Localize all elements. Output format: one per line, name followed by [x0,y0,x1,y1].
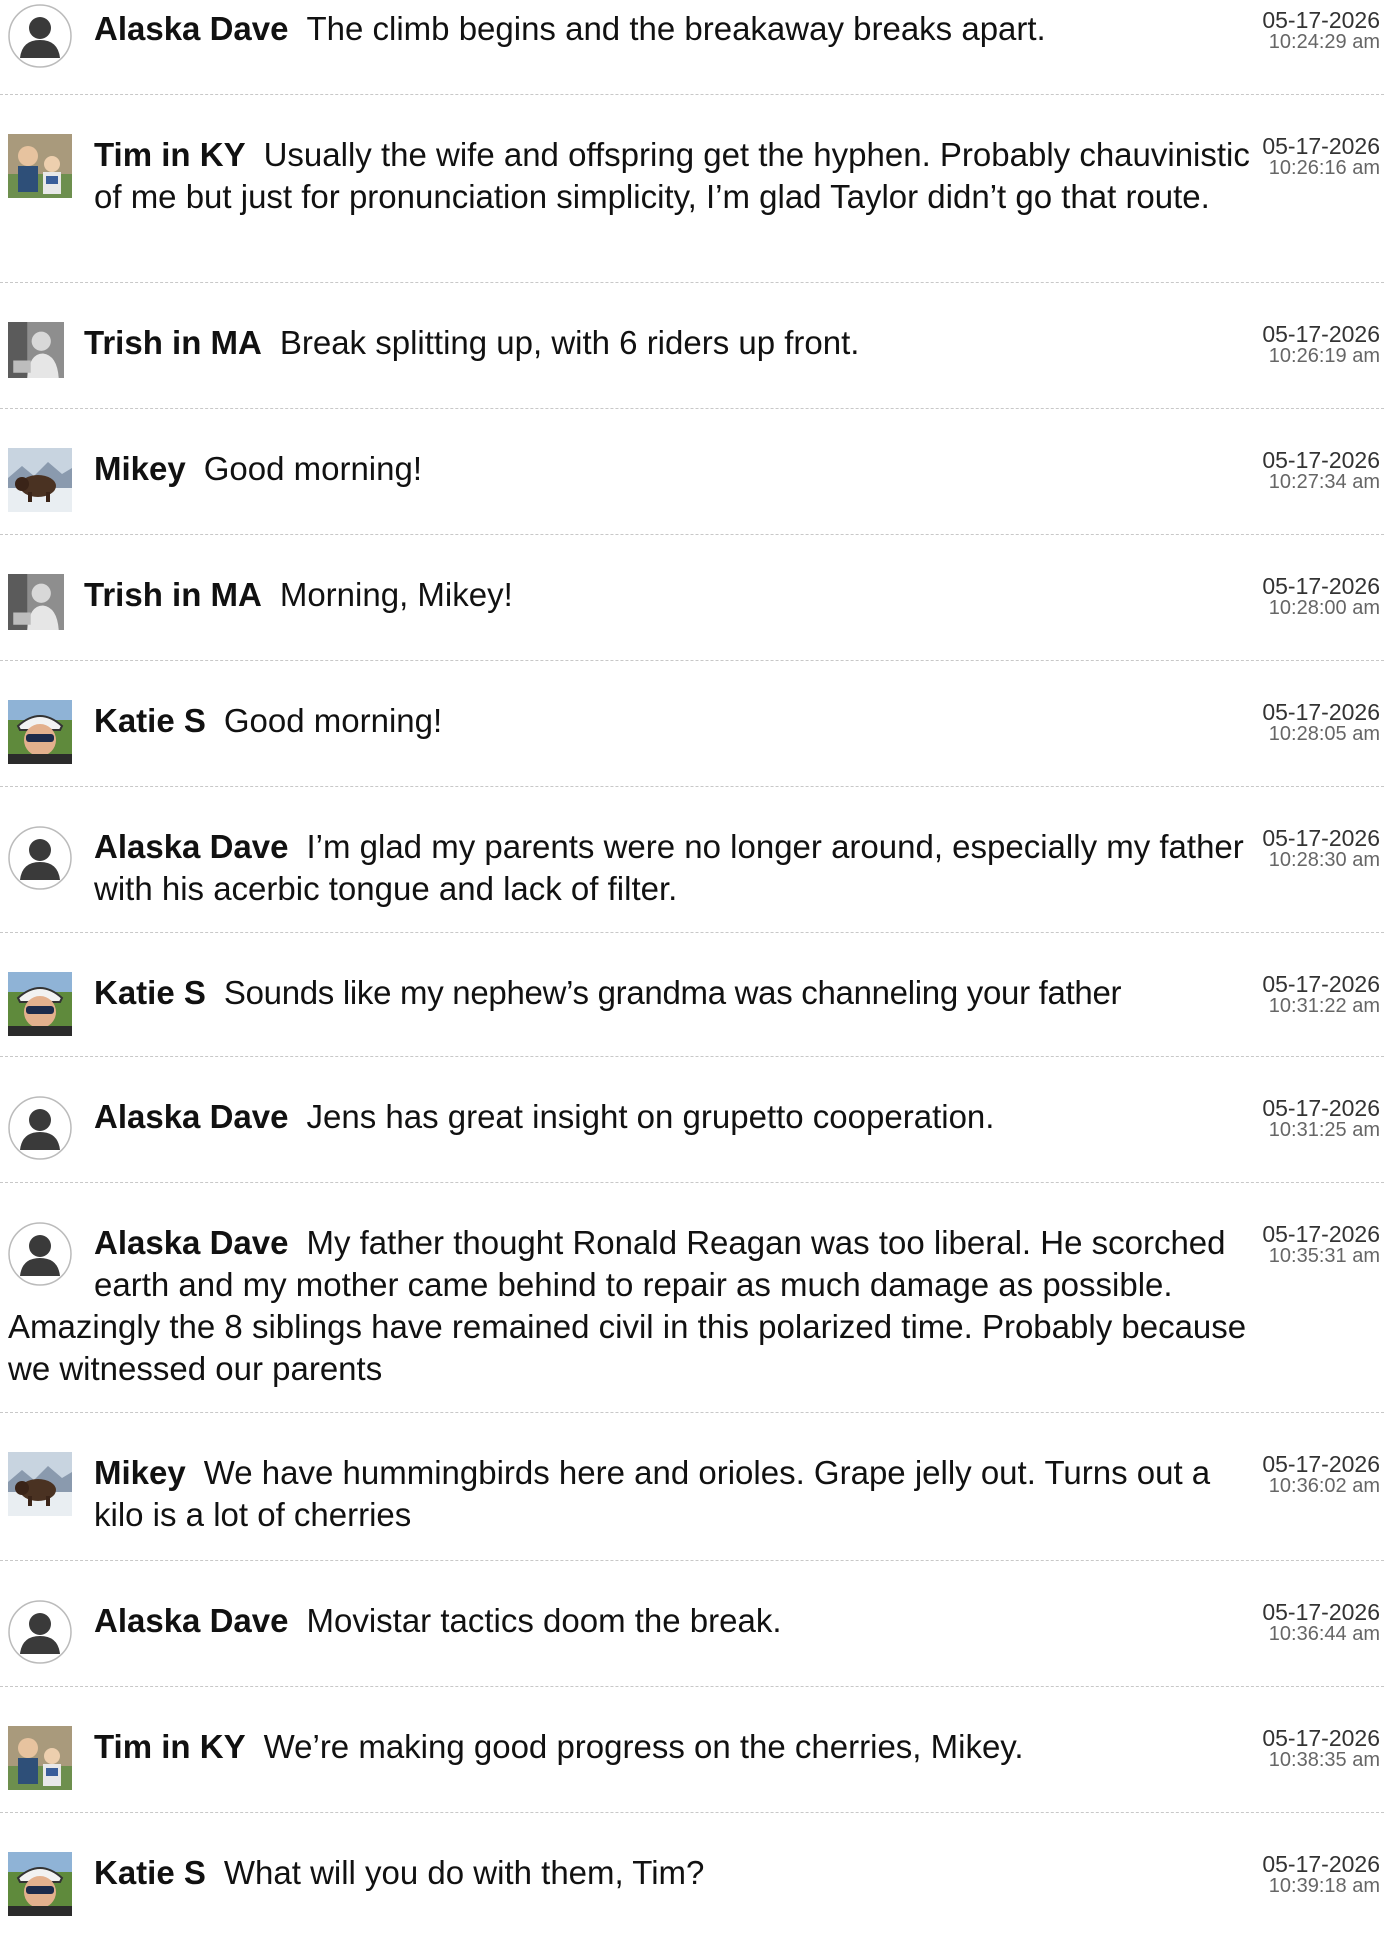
message-date: 05-17-2026 [1262,1221,1380,1247]
message-time: 10:26:16 am [1268,157,1380,179]
timestamp: 05-17-2026 10:36:44 am [1262,1600,1380,1645]
message-time: 10:28:00 am [1268,597,1380,619]
username[interactable]: Trish in MA [84,576,262,613]
username[interactable]: Tim in KY [94,1728,246,1765]
message-text: Usually the wife and offspring get the h… [94,136,1250,215]
message-time: 10:38:35 am [1268,1749,1380,1771]
message-date: 05-17-2026 [1262,447,1380,473]
message-divider [0,408,1384,409]
message-divider [0,1686,1384,1687]
message-divider [0,1412,1384,1413]
message-date: 05-17-2026 [1262,1851,1380,1877]
message-time: 10:31:25 am [1268,1119,1380,1141]
chat-message: Alaska Dave Movistar tactics doom the bre… [0,1592,1384,1688]
message-divider [0,1560,1384,1561]
username[interactable]: Alaska Dave [94,1602,288,1639]
timestamp: 05-17-2026 10:36:02 am [1262,1452,1380,1497]
message-date: 05-17-2026 [1262,1599,1380,1625]
message-date: 05-17-2026 [1262,1095,1380,1121]
chat-feed: Alaska Dave The climb begins and the brea… [0,0,1384,1916]
message-time: 10:31:22 am [1268,995,1380,1017]
message-text: Jens has great insight on grupetto coope… [306,1098,995,1135]
timestamp: 05-17-2026 10:38:35 am [1262,1726,1380,1771]
message-divider [0,786,1384,787]
message-date: 05-17-2026 [1262,825,1380,851]
chat-message: Trish in MA Break splitting up, with 6 ri… [0,314,1384,410]
message-date: 05-17-2026 [1262,573,1380,599]
chat-message: Alaska Dave Jens has great insight on gru… [0,1088,1384,1184]
timestamp: 05-17-2026 10:26:19 am [1262,322,1380,367]
chat-message: Alaska Dave I’m glad my parents were no l… [0,818,1384,938]
timestamp: 05-17-2026 10:35:31 am [1262,1222,1380,1267]
chat-message: Katie S Sounds like my nephew’s grandma w… [0,964,1384,1060]
message-text: What will you do with them, Tim? [223,1854,705,1891]
username[interactable]: Tim in KY [94,136,246,173]
chat-message: Mikey We have hummingbirds here and oriol… [0,1444,1384,1554]
message-time: 10:24:29 am [1268,31,1380,53]
message-text: We have hummingbirds here and orioles. G… [94,1454,1211,1533]
timestamp: 05-17-2026 10:39:18 am [1262,1852,1380,1897]
message-date: 05-17-2026 [1262,1725,1380,1751]
message-date: 05-17-2026 [1262,971,1380,997]
username[interactable]: Alaska Dave [94,10,288,47]
message-divider [0,94,1384,95]
message-divider [0,932,1384,933]
username[interactable]: Alaska Dave [94,828,288,865]
message-time: 10:39:18 am [1268,1875,1380,1897]
timestamp: 05-17-2026 10:28:30 am [1262,826,1380,871]
message-time: 10:26:19 am [1268,345,1380,367]
timestamp: 05-17-2026 10:28:05 am [1262,700,1380,745]
username[interactable]: Mikey [94,450,186,487]
message-text: The climb begins and the breakaway break… [306,10,1046,47]
timestamp: 05-17-2026 10:24:29 am [1262,8,1380,53]
message-date: 05-17-2026 [1262,133,1380,159]
message-divider [0,282,1384,283]
chat-message: Tim in KY We’re making good progress on t… [0,1718,1384,1814]
timestamp: 05-17-2026 10:31:22 am [1262,972,1380,1017]
message-text: Movistar tactics doom the break. [306,1602,782,1639]
message-time: 10:36:44 am [1268,1623,1380,1645]
username[interactable]: Trish in MA [84,324,262,361]
chat-message: Katie S What will you do with them, Tim? … [0,1844,1384,1916]
message-text: Good morning! [203,450,423,487]
username[interactable]: Alaska Dave [94,1224,288,1261]
username[interactable]: Mikey [94,1454,186,1491]
message-text: Good morning! [223,702,443,739]
message-time: 10:35:31 am [1268,1245,1380,1267]
message-date: 05-17-2026 [1262,7,1380,33]
message-divider [0,1056,1384,1057]
message-divider [0,534,1384,535]
message-date: 05-17-2026 [1262,1451,1380,1477]
message-text: Break splitting up, with 6 riders up fro… [279,324,860,361]
message-date: 05-17-2026 [1262,699,1380,725]
message-divider [0,1812,1384,1813]
message-time: 10:28:05 am [1268,723,1380,745]
message-date: 05-17-2026 [1262,321,1380,347]
username[interactable]: Katie S [94,974,206,1011]
timestamp: 05-17-2026 10:31:25 am [1262,1096,1380,1141]
message-text: Morning, Mikey! [279,576,513,613]
timestamp: 05-17-2026 10:27:34 am [1262,448,1380,493]
username[interactable]: Katie S [94,702,206,739]
message-divider [0,1182,1384,1183]
username[interactable]: Alaska Dave [94,1098,288,1135]
chat-message: Tim in KY Usually the wife and offspring … [0,126,1384,278]
chat-message: Mikey Good morning! 05-17-2026 10:27:34 a… [0,440,1384,536]
message-time: 10:36:02 am [1268,1475,1380,1497]
timestamp: 05-17-2026 10:28:00 am [1262,574,1380,619]
message-time: 10:28:30 am [1268,849,1380,871]
chat-message: Alaska Dave My father thought Ronald Reag… [0,1214,1384,1414]
message-time: 10:27:34 am [1268,471,1380,493]
chat-message: Katie S Good morning! 05-17-2026 10:28:05… [0,692,1384,788]
message-divider [0,660,1384,661]
timestamp: 05-17-2026 10:26:16 am [1262,134,1380,179]
chat-message: Trish in MA Morning, Mikey! 05-17-2026 10… [0,566,1384,662]
username[interactable]: Katie S [94,1854,206,1891]
message-text: We’re making good progress on the cherri… [263,1728,1024,1765]
message-text: Sounds like my nephew’s grandma was chan… [223,974,1122,1011]
